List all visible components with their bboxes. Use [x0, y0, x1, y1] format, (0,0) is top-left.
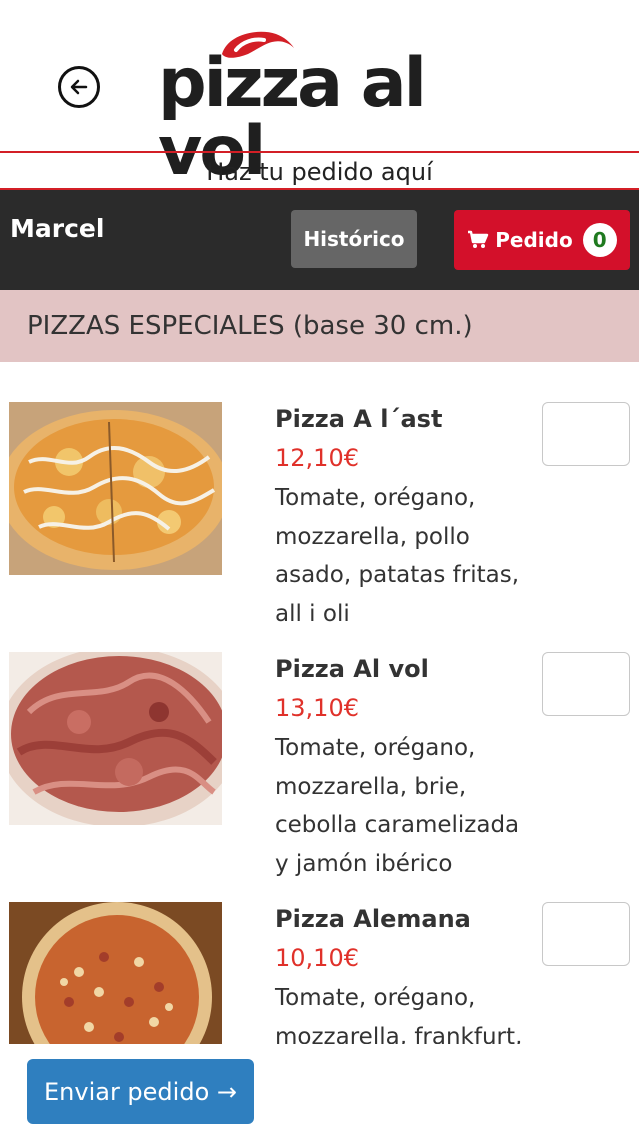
- back-button[interactable]: [58, 66, 100, 108]
- product-list: Pizza A l´ast 12,10€ Tomate, orégano, mo…: [0, 362, 639, 1044]
- arrow-left-icon: [70, 79, 88, 95]
- product-name: Pizza Alemana: [275, 905, 471, 933]
- pedido-label: Pedido: [495, 228, 573, 252]
- pedido-count-badge: 0: [582, 223, 617, 257]
- product-image: [9, 402, 222, 575]
- pedido-button[interactable]: Pedido 0: [454, 210, 630, 270]
- tagline: Haz tu pedido aquí: [206, 158, 433, 186]
- product-price: 12,10€: [275, 444, 359, 472]
- product-image: [9, 652, 222, 825]
- product-price: 13,10€: [275, 694, 359, 722]
- quantity-input[interactable]: [542, 402, 630, 466]
- product-price: 10,10€: [275, 944, 359, 972]
- product-image: [9, 902, 222, 1044]
- product-description: Tomate, orégano, mozzarella, brie, cebol…: [275, 735, 520, 877]
- product-name: Pizza A l´ast: [275, 405, 443, 433]
- cart-icon: [468, 230, 489, 248]
- quantity-input[interactable]: [542, 902, 630, 966]
- list-item: Pizza Alemana 10,10€ Tomate, orégano, mo…: [0, 862, 639, 1044]
- send-order-button[interactable]: Enviar pedido →: [27, 1059, 254, 1124]
- quantity-input[interactable]: [542, 652, 630, 716]
- list-item: Pizza A l´ast 12,10€ Tomate, orégano, mo…: [0, 362, 639, 627]
- category-header: PIZZAS ESPECIALES (base 30 cm.): [0, 290, 639, 362]
- product-name: Pizza Al vol: [275, 655, 429, 683]
- product-description: Tomate, orégano, mozzarella, frankfurt, …: [275, 985, 523, 1044]
- username: Marcel: [10, 214, 105, 243]
- app-header: pizza al vol: [0, 0, 639, 186]
- brand-logo: pizza al vol: [158, 28, 488, 186]
- product-description: Tomate, orégano, mozzarella, pollo asado…: [275, 485, 520, 627]
- user-bar: Marcel Histórico Pedido 0: [0, 190, 639, 290]
- historico-button[interactable]: Histórico: [291, 210, 417, 268]
- list-item: Pizza Al vol 13,10€ Tomate, orégano, moz…: [0, 612, 639, 877]
